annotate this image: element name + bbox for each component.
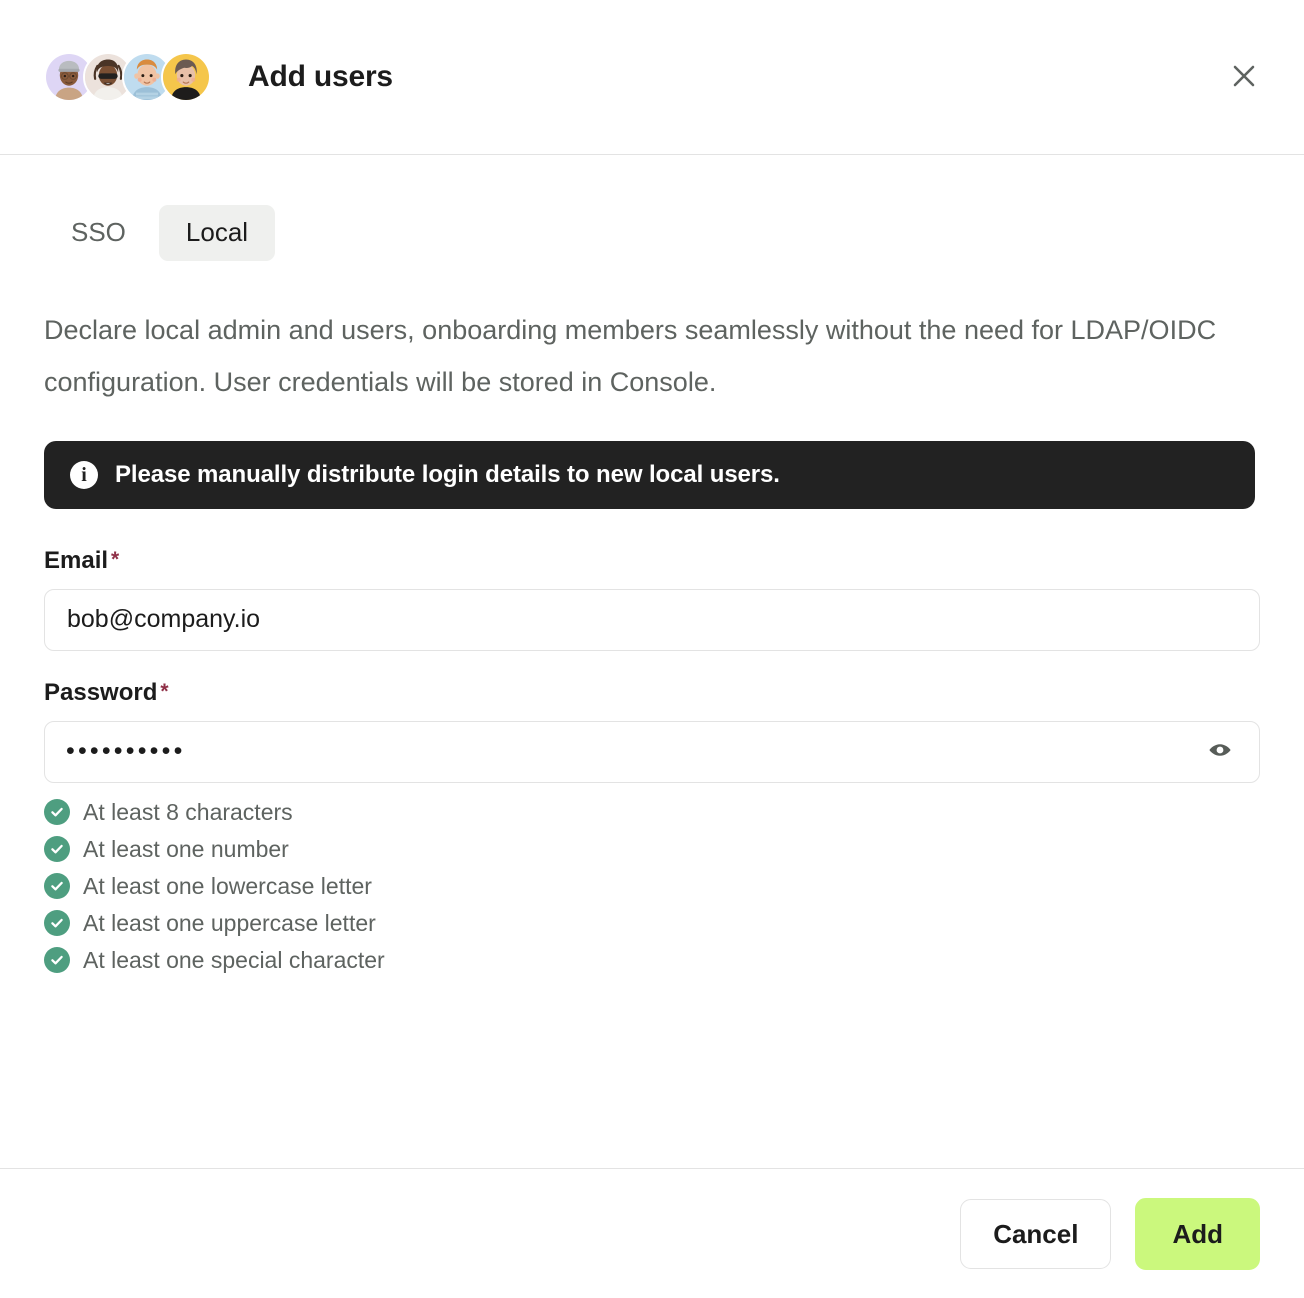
mode-description: Declare local admin and users, onboardin… [44, 314, 1217, 397]
avatar [161, 52, 211, 102]
requirement-label: At least 8 characters [83, 798, 293, 825]
check-circle-icon [44, 910, 70, 937]
cancel-button[interactable]: Cancel [960, 1198, 1112, 1269]
email-label: Email * [44, 547, 1260, 575]
requirement-label: At least one number [83, 835, 289, 862]
eye-icon [1206, 736, 1234, 767]
check-circle-icon [44, 799, 70, 826]
list-item: At least one lowercase letter [44, 873, 1260, 900]
modal-header: Add users [0, 0, 1304, 155]
password-label-text: Password [44, 678, 158, 706]
toggle-password-visibility-button[interactable] [1200, 732, 1240, 772]
tab-local[interactable]: Local [158, 205, 276, 261]
check-circle-icon [44, 947, 70, 974]
requirement-label: At least one special character [83, 946, 385, 973]
auth-mode-tabs: SSO Local [44, 205, 1260, 261]
info-icon: i [70, 460, 98, 489]
list-item: At least 8 characters [44, 799, 1260, 826]
password-input[interactable] [44, 720, 1260, 783]
email-label-text: Email [44, 546, 109, 574]
tab-sso[interactable]: SSO [44, 205, 153, 261]
email-input-wrap [44, 588, 1260, 651]
requirement-label: At least one lowercase letter [83, 872, 372, 899]
list-item: At least one uppercase letter [44, 910, 1260, 937]
modal-body: SSO Local Declare local admin and users,… [0, 155, 1304, 1168]
required-asterisk: * [160, 679, 169, 703]
required-asterisk: * [111, 547, 120, 571]
add-button[interactable]: Add [1135, 1197, 1260, 1270]
add-users-modal: Add users SSO Local Declare local admin … [0, 0, 1304, 1298]
check-circle-icon [44, 873, 70, 900]
email-input[interactable] [44, 588, 1260, 651]
check-circle-icon [44, 836, 70, 863]
list-item: At least one special character [44, 947, 1260, 974]
password-label: Password * [44, 679, 1260, 707]
password-input-wrap: •••••••••• [44, 720, 1260, 783]
info-alert-banner: i Please manually distribute login detai… [44, 440, 1255, 509]
close-button[interactable] [1224, 57, 1264, 97]
page-title: Add users [248, 60, 393, 93]
requirement-label: At least one uppercase letter [83, 909, 376, 936]
avatar-stack [44, 52, 211, 102]
modal-footer: Cancel Add [0, 1168, 1304, 1298]
list-item: At least one number [44, 836, 1260, 863]
password-requirements-list: At least 8 characters At least one numbe… [44, 799, 1260, 974]
info-alert-text: Please manually distribute login details… [115, 460, 780, 488]
close-icon [1230, 62, 1258, 93]
